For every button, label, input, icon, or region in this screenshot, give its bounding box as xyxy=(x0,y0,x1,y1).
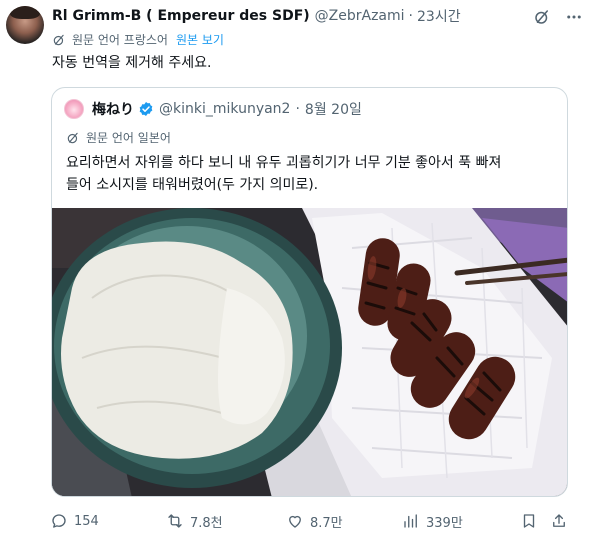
share-icon xyxy=(553,514,565,527)
quoted-text-line-1: 요리하면서 자위를 하다 보니 내 유두 괴롭히기가 너무 기분 좋아서 푹 빠… xyxy=(66,155,502,171)
quoted-display-name[interactable]: 梅ねり xyxy=(92,99,134,119)
translation-notice-text: 원문 언어 프랑스어 xyxy=(72,33,168,47)
separator-dot: · xyxy=(295,101,300,117)
verified-badge-icon xyxy=(138,101,154,117)
bookmark-icon xyxy=(523,514,535,528)
share-button[interactable] xyxy=(550,508,568,534)
repost-count: 7.8천 xyxy=(190,515,223,531)
repost-icon xyxy=(168,514,182,528)
quoted-text: 요리하면서 자위를 하다 보니 내 유두 괴롭히기가 너무 기분 좋아서 푹 빠… xyxy=(66,152,558,196)
quoted-tweet[interactable]: 梅ねり @kinki_mikunyan2 · 8월 20일 원문 언어 일본어 xyxy=(51,87,568,497)
top-actions xyxy=(533,8,583,26)
author-display-name[interactable]: Rl Grimm-B ( Empereur des SDF) xyxy=(52,8,310,24)
photo-illustration xyxy=(52,208,567,496)
reply-icon xyxy=(52,514,66,528)
quoted-avatar[interactable] xyxy=(64,99,84,119)
more-icon[interactable] xyxy=(565,8,583,26)
translate-icon xyxy=(66,131,80,145)
quoted-handle[interactable]: @kinki_mikunyan2 xyxy=(159,101,290,117)
translation-notice: 원문 언어 프랑스어 원본 보기 xyxy=(52,31,224,48)
author-handle[interactable]: @ZebrAzami xyxy=(315,8,405,24)
like-button[interactable]: 8.7만 xyxy=(286,508,343,534)
action-bar: 154 7.8천 8.7만 339만 xyxy=(0,508,595,534)
quoted-translation-notice: 원문 언어 일본어 xyxy=(66,129,171,146)
repost-button[interactable]: 7.8천 xyxy=(166,508,223,534)
separator-dot: · xyxy=(408,8,413,24)
like-icon xyxy=(289,515,301,528)
tweet-header: Rl Grimm-B ( Empereur des SDF) @ZebrAzam… xyxy=(52,6,461,26)
translate-icon xyxy=(52,33,66,47)
bookmark-button[interactable] xyxy=(520,508,538,534)
reply-button[interactable]: 154 xyxy=(50,508,99,534)
tweet-text: 자동 번역을 제거해 주세요. xyxy=(52,55,212,71)
grok-icon[interactable] xyxy=(533,8,551,26)
views-icon xyxy=(404,514,417,528)
attached-photo[interactable] xyxy=(52,208,567,496)
quoted-text-line-2: 들어 소시지를 태워버렸어(두 가지 의미로). xyxy=(66,177,319,193)
reply-count: 154 xyxy=(74,513,99,529)
timestamp[interactable]: 23시간 xyxy=(417,6,461,26)
views-button[interactable]: 339만 xyxy=(402,508,463,534)
like-count: 8.7만 xyxy=(310,515,343,531)
avatar[interactable] xyxy=(6,6,44,44)
quoted-date[interactable]: 8월 20일 xyxy=(305,99,362,119)
views-count: 339만 xyxy=(426,515,463,531)
quoted-header: 梅ねり @kinki_mikunyan2 · 8월 20일 xyxy=(92,99,362,119)
quoted-translation-text: 원문 언어 일본어 xyxy=(86,131,171,145)
tweet[interactable]: Rl Grimm-B ( Empereur des SDF) @ZebrAzam… xyxy=(0,0,595,542)
show-original-link[interactable]: 원본 보기 xyxy=(176,31,224,48)
